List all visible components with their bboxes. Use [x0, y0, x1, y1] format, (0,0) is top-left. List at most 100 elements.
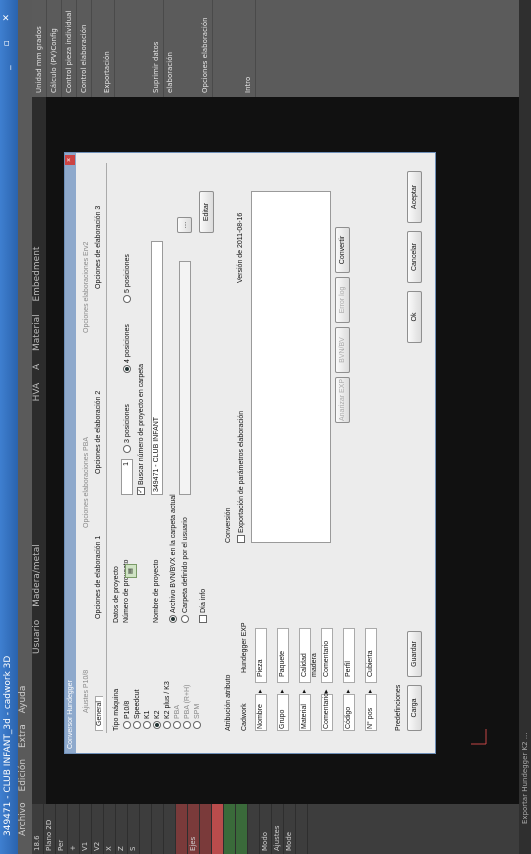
menu-extra[interactable]: Extra	[18, 724, 28, 748]
attr-cadwork-cell[interactable]: Nombre	[255, 694, 267, 731]
tab-embedment[interactable]: Embedment	[32, 247, 42, 302]
machine-option-p10-8[interactable]: P10/8	[123, 701, 131, 729]
processing-options-item[interactable]: Opciones elaboración	[198, 0, 213, 97]
unit-row[interactable]: Unidad mm grados	[32, 0, 47, 97]
machine-option-pba[interactable]: PBA	[173, 705, 181, 729]
left-tool-button[interactable]	[212, 804, 224, 854]
window-title: 349471 - CLUB INFANT_3d - cadwork 3D	[3, 655, 13, 836]
tab-general[interactable]: General	[95, 696, 103, 731]
user-folder-input[interactable]	[179, 261, 191, 495]
machine-option-k1[interactable]: K1	[143, 710, 151, 729]
tab-a[interactable]: A	[32, 364, 42, 370]
left-tool-button[interactable]: Ejes	[188, 804, 200, 854]
chevron-right-icon: ▸	[367, 689, 374, 693]
search-project-number-checkbox[interactable]: ✓Buscar número de proyecto en carpeta	[137, 364, 145, 495]
bvn-button[interactable]: BVN/BV	[335, 327, 350, 373]
tab-user[interactable]: Usuario	[32, 620, 42, 654]
tab-erv2-options[interactable]: Opciones elaboraciones Erv2	[83, 242, 90, 333]
edit-button[interactable]: Editar	[199, 191, 214, 233]
project-number-input[interactable]: 1	[121, 459, 133, 495]
machine-option-pba-r-h-[interactable]: PBA (R+H)	[183, 685, 191, 729]
menu-help[interactable]: Ayuda	[18, 686, 28, 714]
analyze-exp-button[interactable]: Anarizar EXP	[335, 377, 350, 423]
folder-icon[interactable]: ▤	[125, 564, 137, 578]
tab-wood-metal[interactable]: Madera/metal	[32, 544, 42, 607]
left-tool-button[interactable]	[176, 804, 188, 854]
left-tool-button[interactable]: 18.6	[32, 804, 44, 854]
delete-processing-data-item[interactable]: Suprimir datos elaboración	[149, 0, 174, 97]
attr-hundegger-cell[interactable]: Comentario	[321, 628, 333, 683]
left-tool-button[interactable]	[296, 804, 308, 854]
menu-file[interactable]: Archivo	[18, 802, 28, 836]
convert-button[interactable]: Convertir	[335, 227, 350, 273]
save-button[interactable]: Guardar	[407, 631, 422, 677]
machine-option-label: PBA	[173, 704, 181, 719]
attr-hundegger-cell[interactable]: Cubierta	[365, 628, 377, 683]
attr-cadwork-cell[interactable]: Grupo	[277, 694, 289, 731]
left-tool-button[interactable]: Z	[116, 804, 128, 854]
attr-cadwork-cell[interactable]: Material	[299, 694, 311, 731]
tab-material[interactable]: Material	[32, 314, 42, 351]
left-tool-button[interactable]	[164, 804, 176, 854]
intro-item[interactable]: Intro	[241, 0, 256, 97]
left-tool-button[interactable]: Per	[56, 804, 68, 854]
day-info-checkbox[interactable]: Día info	[199, 589, 207, 623]
left-tool-button[interactable]	[248, 804, 260, 854]
tab-pba-options[interactable]: Opciones elaboraciones PBA	[83, 437, 90, 528]
tab-hva[interactable]: HVA	[32, 383, 42, 402]
machine-option-spm[interactable]: SPM	[193, 704, 201, 729]
browse-button[interactable]: …	[177, 217, 192, 233]
machine-option-k2-plus-k3[interactable]: K2 plus / K3	[163, 681, 171, 729]
attr-hundegger-cell[interactable]: Pieza	[255, 628, 267, 683]
left-tool-button[interactable]: V1	[80, 804, 92, 854]
attr-hundegger-cell[interactable]: Perfil	[343, 628, 355, 683]
left-tool-button[interactable]: S	[128, 804, 140, 854]
machine-option-label: SPM	[193, 703, 201, 719]
menu-edit[interactable]: Edición	[18, 759, 28, 792]
processing-control-item[interactable]: Control elaboración	[77, 0, 92, 97]
calc-config-item[interactable]: Cálculo (PV)Config	[47, 0, 62, 97]
file-current-folder-option[interactable]: Archivo BVN/BVX en la carpeta actual	[169, 494, 177, 623]
user-folder-option[interactable]: Carpeta definido por el usuario	[181, 517, 189, 623]
left-tool-button[interactable]: Ajustes	[272, 804, 284, 854]
cancel-button[interactable]: Cancelar	[407, 231, 422, 283]
attr-hundegger-cell[interactable]: Calidad madera	[299, 628, 318, 683]
export-params-checkbox[interactable]: Exportación de parámetros elaboración	[237, 411, 245, 543]
export-section[interactable]: Exportación	[100, 0, 115, 97]
positions-4-option[interactable]: 4 posiciones	[123, 324, 131, 373]
left-tool-button[interactable]: Modo	[260, 804, 272, 854]
left-tool-button[interactable]	[152, 804, 164, 854]
left-tool-button[interactable]: Mode	[284, 804, 296, 854]
left-tool-button[interactable]	[200, 804, 212, 854]
left-tool-button[interactable]: V2	[92, 804, 104, 854]
machine-option-k2[interactable]: K2	[153, 710, 161, 729]
single-piece-control-item[interactable]: Control pieza individual	[62, 0, 77, 97]
attr-cadwork-cell[interactable]: N° pos	[365, 694, 377, 731]
unit-label: Unidad	[35, 68, 43, 93]
left-tool-button[interactable]: Plano 2D	[44, 804, 56, 854]
attr-cadwork-cell[interactable]: Comentario	[321, 693, 333, 731]
error-log-button[interactable]: Error log	[335, 277, 350, 323]
left-tool-button[interactable]	[140, 804, 152, 854]
conversion-log-list[interactable]	[251, 191, 331, 543]
machine-option-speedcut[interactable]: Speedcut	[133, 689, 141, 729]
tab-processing-options-2[interactable]: Opciones de elaboración 2	[95, 387, 102, 478]
ok-button[interactable]: Ok	[407, 291, 422, 343]
window-controls[interactable]: _ ▫ ✕	[2, 6, 12, 70]
close-icon[interactable]: ×	[65, 155, 75, 165]
tab-processing-options-1[interactable]: Opciones de elaboración 1	[95, 532, 102, 623]
tab-settings-p108[interactable]: Ajustes P10/8	[83, 670, 90, 713]
attr-hundegger-cell[interactable]: Paquete	[277, 628, 289, 683]
left-tool-button[interactable]	[224, 804, 236, 854]
positions-3-option[interactable]: 3 posiciones	[123, 404, 131, 453]
project-name-input[interactable]: 349471 - CLUB INFANT	[151, 241, 163, 495]
left-tool-button[interactable]	[236, 804, 248, 854]
left-tool-button[interactable]: +	[68, 804, 80, 854]
load-button[interactable]: Carga	[407, 685, 422, 731]
tab-processing-options-3[interactable]: Opciones de elaboración 3	[95, 202, 102, 293]
left-tool-button[interactable]: X	[104, 804, 116, 854]
attr-cadwork-cell[interactable]: Código	[343, 694, 355, 731]
sub-tabs: General Opciones de elaboración 1 Opcion…	[93, 163, 107, 733]
accept-button[interactable]: Aceptar	[407, 171, 422, 223]
positions-5-option[interactable]: 5 posiciones	[123, 254, 131, 303]
